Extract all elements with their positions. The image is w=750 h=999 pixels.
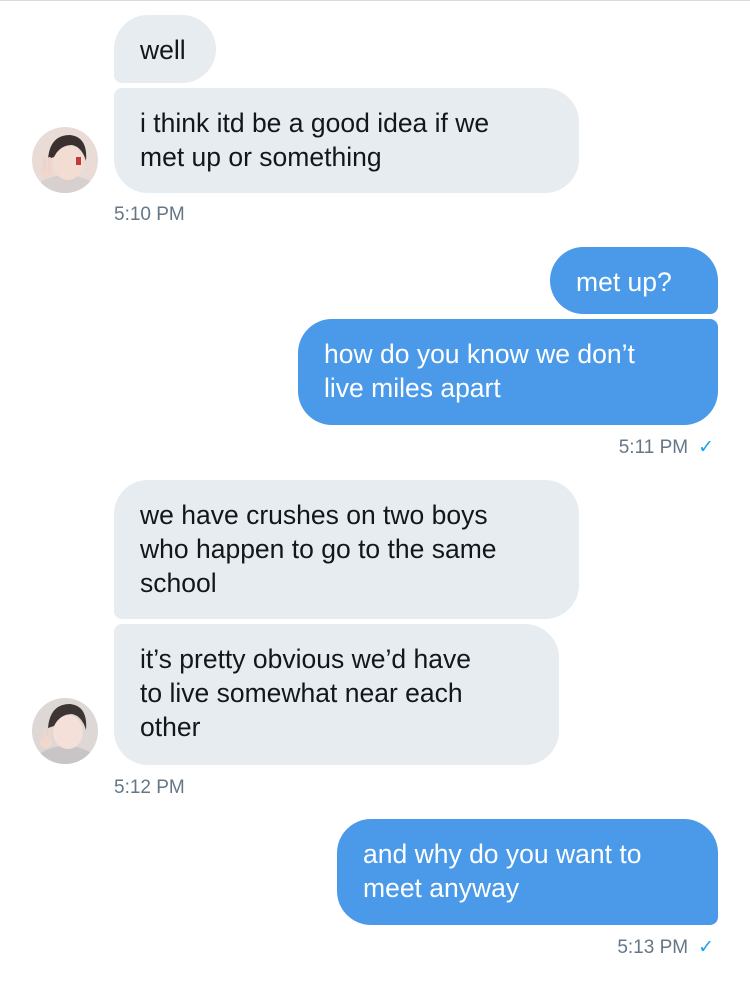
message-bubble-outgoing[interactable]: how do you know we don’t live miles apar…: [298, 319, 718, 425]
message-timestamp: 5:11 PM ✓: [619, 436, 714, 459]
message-bubble-incoming[interactable]: it’s pretty obvious we’d have to live so…: [114, 624, 559, 765]
message-timestamp: 5:12 PM: [114, 777, 185, 798]
checkmark-icon: ✓: [698, 437, 714, 458]
message-bubble-incoming[interactable]: well: [114, 15, 216, 83]
message-timestamp: 5:13 PM ✓: [617, 936, 714, 959]
timestamp-text: 5:13 PM: [617, 937, 689, 958]
message-bubble-incoming[interactable]: we have crushes on two boys who happen t…: [114, 480, 579, 619]
checkmark-icon: ✓: [698, 937, 714, 958]
contact-avatar[interactable]: [32, 127, 98, 193]
message-bubble-incoming[interactable]: i think itd be a good idea if we met up …: [114, 88, 579, 193]
message-timestamp: 5:10 PM: [114, 204, 185, 225]
message-bubble-outgoing[interactable]: met up?: [550, 247, 718, 314]
timestamp-text: 5:11 PM: [618, 437, 689, 458]
contact-avatar[interactable]: [32, 698, 98, 764]
message-bubble-outgoing[interactable]: and why do you want to meet anyway: [337, 819, 718, 925]
